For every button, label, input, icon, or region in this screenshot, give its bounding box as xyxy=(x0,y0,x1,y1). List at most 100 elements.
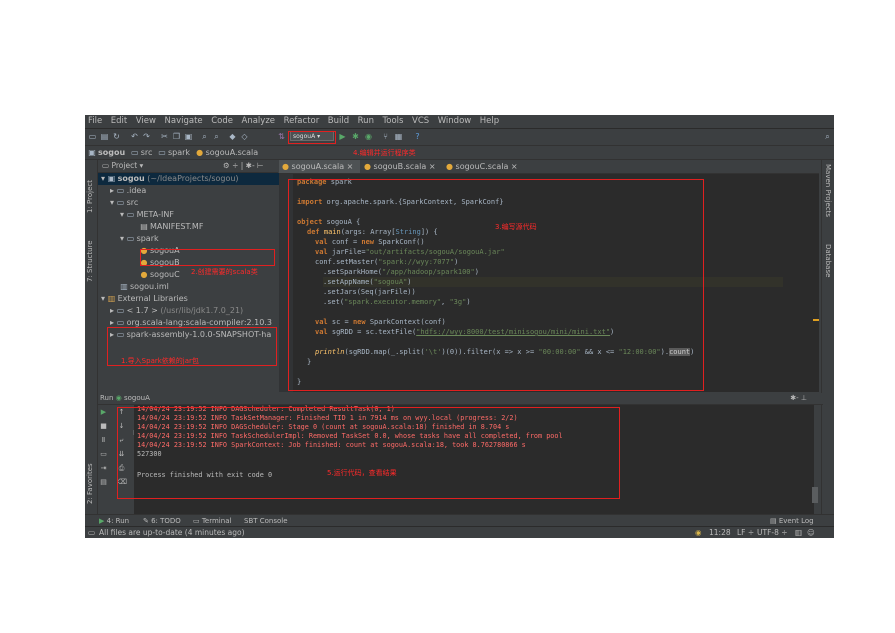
open-icon[interactable]: ▭ xyxy=(88,132,97,141)
annotation-write-code: 3.编写源代码 xyxy=(495,223,537,231)
help-icon[interactable]: ? xyxy=(413,132,422,141)
project-view-select[interactable]: Project xyxy=(111,161,137,170)
tab-sogoub[interactable]: ● sogouB.scala × xyxy=(361,160,442,173)
menu-help[interactable]: Help xyxy=(480,115,499,128)
tool-tab-project[interactable]: 1: Project xyxy=(86,163,94,213)
project-panel-header: ▭ Project ▾ ⚙ ÷ | ✱- ⊢ xyxy=(98,160,278,173)
lock-icon[interactable]: ▥ xyxy=(795,527,802,538)
undo-icon[interactable]: ↶ xyxy=(130,132,139,141)
run-icon[interactable]: ▶ xyxy=(338,132,347,141)
scala-class-icon: ● xyxy=(282,162,292,171)
line-separator[interactable]: LF ÷ xyxy=(737,527,754,538)
run-panel-title: sogouA xyxy=(124,394,150,402)
tool-tab-maven[interactable]: Maven Projects xyxy=(824,164,832,234)
breadcrumb-item[interactable]: ▭ src xyxy=(130,146,152,159)
run-panel-header: Run ◉ sogouA ✱- ⊥ xyxy=(98,393,823,405)
copy-icon[interactable]: ❐ xyxy=(172,132,181,141)
breadcrumb-item[interactable]: ▭ spark xyxy=(158,146,190,159)
close-icon[interactable]: × xyxy=(347,162,354,171)
back-icon[interactable]: ◆ xyxy=(228,132,237,141)
stop-icon[interactable]: ■ xyxy=(99,422,108,431)
tool-tab-favorites[interactable]: 2: Favorites xyxy=(86,452,94,504)
close-icon[interactable]: × xyxy=(511,162,518,171)
breadcrumb: ▣ sogou ▭ src ▭ spark ● sogouA.scala xyxy=(85,146,834,160)
pause-icon[interactable]: Ⅱ xyxy=(99,436,108,445)
editor-scrollbar[interactable] xyxy=(813,174,819,392)
coverage-icon[interactable]: ◉ xyxy=(364,132,373,141)
terminal-icon: ▭ xyxy=(193,517,202,525)
tab-sogouc[interactable]: ● sogouC.scala × xyxy=(443,160,524,173)
tree-item-sogouc[interactable]: ● sogouC xyxy=(98,269,180,281)
sync-icon[interactable]: ↻ xyxy=(112,132,121,141)
menu-navigate[interactable]: Navigate xyxy=(165,115,203,128)
restore-layout-icon[interactable]: ▭ xyxy=(99,450,108,459)
build-icon[interactable]: ⇅ xyxy=(277,132,286,141)
breadcrumb-item[interactable]: ▣ sogou xyxy=(88,146,125,159)
annotation-box-class xyxy=(140,249,275,266)
find-icon[interactable]: ⌕ xyxy=(200,132,209,141)
tree-item-iml[interactable]: ▥ sogou.iml xyxy=(98,281,169,293)
right-tool-strip: Maven Projects Database xyxy=(821,160,834,518)
tree-item-manifest[interactable]: ▤ MANIFEST.MF xyxy=(98,221,203,233)
annotation-import-jars: 1.导入Spark依赖的jar包 xyxy=(121,357,199,365)
save-icon[interactable]: ▤ xyxy=(100,132,109,141)
menu-window[interactable]: Window xyxy=(438,115,472,128)
run-panel-settings-icon[interactable]: ✱- ⊥ xyxy=(790,393,807,404)
menu-analyze[interactable]: Analyze xyxy=(242,115,276,128)
run-icon: ▶ xyxy=(99,517,107,525)
tree-item-idea[interactable]: ▸ ▭ .idea xyxy=(98,185,146,197)
layout-icon[interactable]: ▤ xyxy=(99,478,108,487)
close-icon[interactable]: × xyxy=(429,162,436,171)
tab-sogoua[interactable]: ● sogouA.scala × xyxy=(279,160,360,173)
event-log-icon: ▤ xyxy=(770,517,779,525)
folder-icon: ▭ xyxy=(126,234,135,243)
menu-build[interactable]: Build xyxy=(328,115,349,128)
tree-item-src[interactable]: ▾ ▭ src xyxy=(98,197,138,209)
paste-icon[interactable]: ▣ xyxy=(184,132,193,141)
rerun-icon[interactable]: ▶ xyxy=(99,408,108,417)
caret-position[interactable]: 11:28 xyxy=(709,527,731,538)
redo-icon[interactable]: ↷ xyxy=(142,132,151,141)
folder-icon: ▣ xyxy=(107,174,116,183)
tree-item-meta-inf[interactable]: ▾ ▭ META-INF xyxy=(98,209,174,221)
breadcrumb-item[interactable]: ● sogouA.scala xyxy=(196,146,258,159)
warning-marker[interactable] xyxy=(813,319,819,321)
menu-tools[interactable]: Tools xyxy=(383,115,404,128)
menu-vcs[interactable]: VCS xyxy=(412,115,429,128)
project-view-icon: ▭ xyxy=(102,161,110,170)
tool-tab-structure[interactable]: 7: Structure xyxy=(86,222,94,282)
cut-icon[interactable]: ✂ xyxy=(160,132,169,141)
console-scrollbar[interactable] xyxy=(812,487,818,503)
export-icon[interactable]: ⇥ xyxy=(99,464,108,473)
tool-tab-database[interactable]: Database xyxy=(824,244,832,294)
todo-icon: ✎ xyxy=(143,517,152,525)
settings-icon[interactable]: ▦ xyxy=(394,132,403,141)
tree-item-jdk[interactable]: ▸ ▭ < 1.7 > (/usr/lib/jdk1.7.0_21) xyxy=(98,305,243,317)
toolbar: ▭ ▤ ↻ ↶ ↷ ✂ ❐ ▣ ⌕ ⌕ ◆ ◇ ⇅ sogouA ▾ ▶ ✱ ◉… xyxy=(85,129,834,146)
debug-icon[interactable]: ✱ xyxy=(351,132,360,141)
tree-item-spark[interactable]: ▾ ▭ spark xyxy=(98,233,159,245)
status-bar: ▭ All files are up-to-date (4 minutes ag… xyxy=(85,526,834,538)
panel-settings-icon[interactable]: ⚙ ÷ | ✱- ⊢ xyxy=(223,160,264,172)
vcs-icon[interactable]: ⑂ xyxy=(381,132,390,141)
tree-item-project-root[interactable]: ▾ ▣ sogou (~/IdeaProjects/sogou) xyxy=(98,173,281,185)
menu-refactor[interactable]: Refactor xyxy=(284,115,320,128)
menu-view[interactable]: View xyxy=(136,115,156,128)
folder-icon: ▭ xyxy=(158,148,166,157)
library-icon: ▥ xyxy=(107,294,116,303)
folder-icon: ▭ xyxy=(130,148,139,157)
menu-edit[interactable]: Edit xyxy=(111,115,127,128)
menu-run[interactable]: Run xyxy=(358,115,374,128)
scala-class-icon: ● xyxy=(446,162,456,171)
forward-icon[interactable]: ◇ xyxy=(240,132,249,141)
menu-file[interactable]: File xyxy=(88,115,102,128)
run-config-icon: ◉ xyxy=(115,394,122,402)
tree-item-external-libraries[interactable]: ▾ ▥ External Libraries xyxy=(98,293,188,305)
annotation-run-result: 5.运行代码，查看结果 xyxy=(327,469,397,477)
inspector-icon[interactable]: ☺ xyxy=(807,527,815,538)
file-encoding[interactable]: UTF-8 ÷ xyxy=(757,527,788,538)
search-everywhere-icon[interactable]: ⌕ xyxy=(823,132,832,141)
replace-icon[interactable]: ⌕ xyxy=(212,132,221,141)
menu-code[interactable]: Code xyxy=(211,115,233,128)
jdk-icon: ▭ xyxy=(116,306,125,315)
